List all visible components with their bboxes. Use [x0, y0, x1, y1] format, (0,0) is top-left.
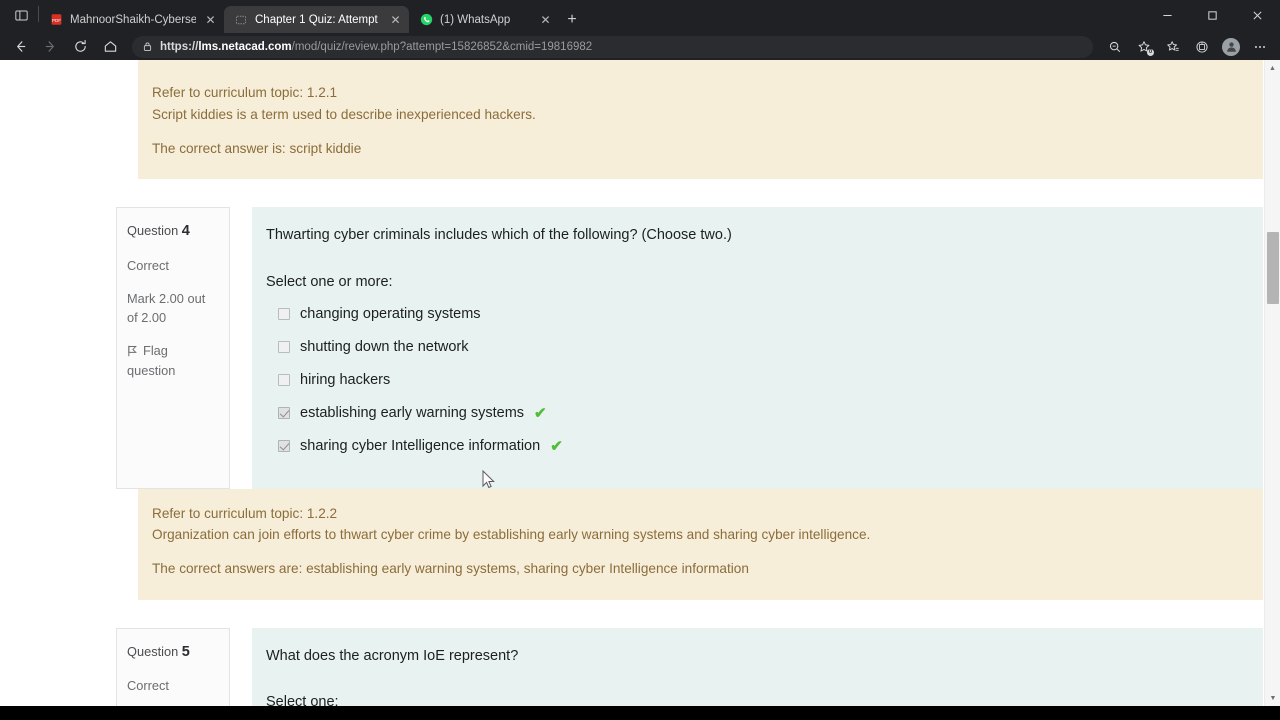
question-prompt: Select one:: [266, 694, 339, 706]
browser-toolbar: https://lms.netacad.com/mod/quiz/review.…: [0, 33, 1280, 60]
checkbox-checked[interactable]: [278, 407, 290, 420]
question-number: Question 5: [127, 643, 190, 660]
answer-label: sharing cyber Intelligence information: [300, 438, 541, 455]
settings-more-icon[interactable]: [1246, 35, 1274, 59]
avatar: [1222, 37, 1240, 56]
zoom-search-icon[interactable]: [1101, 35, 1129, 59]
tab-title: MahnoorShaikh-Cybersecurity E: [70, 13, 196, 26]
tab-close-icon[interactable]: ✕: [538, 12, 553, 27]
window-controls: [1145, 0, 1280, 31]
answer-label: hiring hackers: [300, 372, 391, 389]
scroll-up-button[interactable]: ▲: [1265, 60, 1280, 76]
answer-label: shutting down the network: [300, 339, 469, 356]
page-viewport: Refer to curriculum topic: 1.2.1 Script …: [0, 60, 1280, 706]
tab-close-icon[interactable]: ✕: [388, 12, 403, 27]
question-5-body: What does the acronym IoE represent? Sel…: [252, 627, 1263, 706]
feedback-explanation: Organization can join efforts to thwart …: [152, 527, 871, 543]
close-window-button[interactable]: [1235, 0, 1280, 31]
checkbox-unchecked[interactable]: [278, 341, 290, 354]
favorite-star-icon[interactable]: 0: [1130, 35, 1158, 59]
feedback-correct-answer: The correct answer is: script kiddie: [152, 140, 362, 156]
answer-option[interactable]: changing operating systems: [278, 298, 1239, 331]
tab-search-icon[interactable]: [4, 0, 38, 30]
block-spacer: [0, 599, 1263, 628]
new-tab-button[interactable]: +: [559, 7, 585, 33]
scrollbar-thumb[interactable]: [1267, 232, 1279, 304]
forward-arrow-icon[interactable]: [36, 35, 64, 59]
answer-options: changing operating systems shutting down…: [266, 298, 1239, 463]
question-4-info: Question 4 Correct Mark 2.00 out of 2.00…: [116, 207, 230, 489]
question-number: Question 4: [127, 223, 190, 240]
question-text: What does the acronym IoE represent?: [266, 647, 519, 664]
favorite-badge: 0: [1147, 48, 1154, 56]
tab-title: Chapter 1 Quiz: Attempt review: [255, 13, 381, 26]
url-host: lms.netacad.com: [198, 40, 292, 53]
question-status: Correct: [127, 678, 169, 694]
feedback-correct-answer: The correct answers are: establishing ea…: [152, 561, 749, 577]
question-4-feedback: Refer to curriculum topic: 1.2.2 Organiz…: [138, 488, 1263, 600]
browser-window: PDF MahnoorShaikh-Cybersecurity E ✕ Chap…: [0, 0, 1280, 720]
feedback-curriculum: Refer to curriculum topic: 1.2.1: [152, 85, 338, 100]
quiz-content: Refer to curriculum topic: 1.2.1 Script …: [0, 60, 1263, 706]
lock-icon: [142, 41, 153, 52]
question-mark: Mark 2.00 out of 2.00: [127, 290, 206, 326]
checkbox-checked[interactable]: [278, 440, 290, 453]
browser-essentials-icon[interactable]: [1188, 35, 1216, 59]
whatsapp-icon: [419, 13, 433, 27]
question-5-block: Question 5 Correct What does the acronym…: [0, 627, 1263, 706]
url-text: https://lms.netacad.com/mod/quiz/review.…: [160, 41, 592, 53]
svg-text:PDF: PDF: [52, 18, 61, 23]
toolbar-right-icons: 0: [1101, 35, 1274, 59]
browser-titlebar: PDF MahnoorShaikh-Cybersecurity E ✕ Chap…: [0, 0, 1280, 33]
answer-label: establishing early warning systems: [300, 405, 525, 422]
back-arrow-icon[interactable]: [6, 35, 34, 59]
feedback-curriculum: Refer to curriculum topic: 1.2.2: [152, 505, 338, 521]
question-prompt: Select one or more:: [266, 273, 393, 290]
feedback-explanation: Script kiddies is a term used to describ…: [152, 106, 536, 122]
question-4-block: Question 4 Correct Mark 2.00 out of 2.00…: [0, 207, 1263, 489]
minimize-button[interactable]: [1145, 0, 1190, 31]
question-5-info: Question 5 Correct: [116, 627, 230, 706]
page-scrollbar[interactable]: ▲ ▼: [1264, 60, 1280, 706]
bottom-black-bar: [0, 706, 1280, 720]
question3-feedback: Refer to curriculum topic: 1.2.1 Script …: [138, 60, 1263, 180]
correct-check-icon: ✔: [550, 437, 563, 455]
correct-check-icon: ✔: [534, 404, 547, 422]
address-bar[interactable]: https://lms.netacad.com/mod/quiz/review.…: [132, 35, 1093, 58]
home-icon[interactable]: [96, 35, 124, 59]
checkbox-unchecked[interactable]: [278, 374, 290, 387]
url-scheme: https://: [160, 40, 199, 53]
block-spacer: [0, 179, 1263, 208]
answer-option[interactable]: hiring hackers: [278, 364, 1239, 397]
url-path: /mod/quiz/review.php?attempt=15826852&cm…: [291, 40, 593, 53]
profile-avatar-icon[interactable]: [1217, 35, 1245, 59]
question-text: Thwarting cyber criminals includes which…: [266, 227, 732, 244]
question-number-value: 5: [181, 643, 190, 660]
browser-tab-0[interactable]: PDF MahnoorShaikh-Cybersecurity E ✕: [39, 6, 224, 33]
answer-option[interactable]: shutting down the network: [278, 331, 1239, 364]
reload-icon[interactable]: [66, 35, 94, 59]
scroll-down-button[interactable]: ▼: [1265, 690, 1280, 706]
answer-option[interactable]: sharing cyber Intelligence information ✔: [278, 430, 1239, 463]
tab-title: (1) WhatsApp: [440, 13, 511, 26]
tab-strip: PDF MahnoorShaikh-Cybersecurity E ✕ Chap…: [0, 0, 585, 33]
quiz-review-page: Refer to curriculum topic: 1.2.1 Script …: [0, 60, 1280, 706]
maximize-button[interactable]: [1190, 0, 1235, 31]
question-status: Correct: [127, 257, 169, 273]
collections-icon[interactable]: [1159, 35, 1187, 59]
question-number-value: 4: [181, 223, 190, 240]
browser-tab-1[interactable]: Chapter 1 Quiz: Attempt review ✕: [224, 6, 409, 33]
tab-close-icon[interactable]: ✕: [203, 12, 218, 27]
flag-question-button[interactable]: Flag question: [127, 341, 219, 381]
page-icon: [234, 13, 248, 27]
flag-icon: [127, 343, 143, 358]
answer-option[interactable]: establishing early warning systems ✔: [278, 397, 1239, 430]
pdf-icon: PDF: [49, 13, 63, 27]
browser-tab-2[interactable]: (1) WhatsApp ✕: [409, 6, 559, 33]
checkbox-unchecked[interactable]: [278, 308, 290, 321]
question-4-body: Thwarting cyber criminals includes which…: [252, 207, 1263, 489]
answer-label: changing operating systems: [300, 306, 481, 323]
